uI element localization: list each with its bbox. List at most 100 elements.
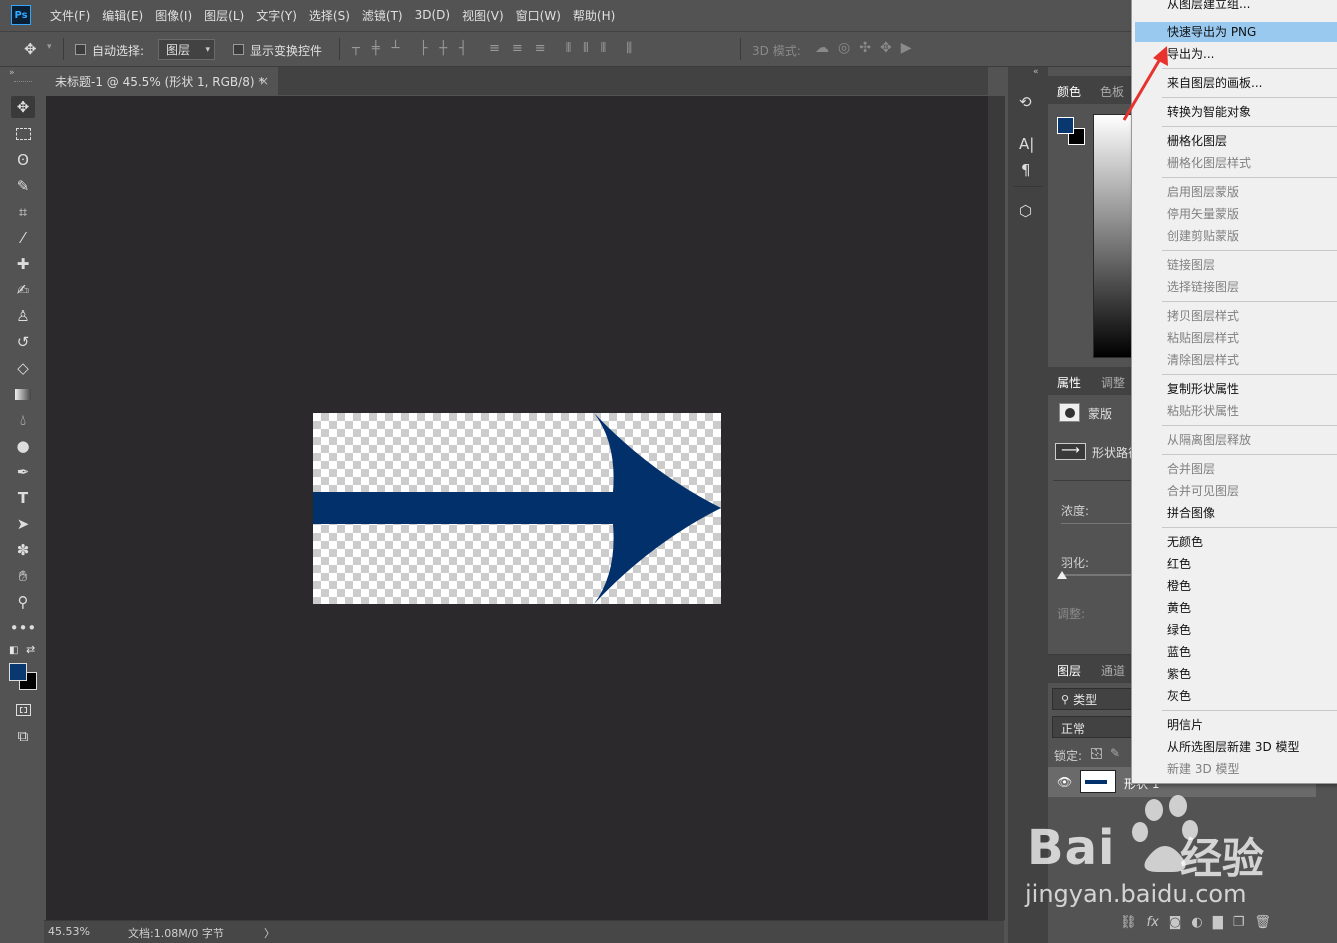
menu-item-flatten-image[interactable]: 拼合图像 bbox=[1167, 506, 1215, 520]
healing-brush-icon[interactable]: ✚ bbox=[11, 253, 35, 275]
tab-layers[interactable]: 图层 bbox=[1057, 662, 1081, 679]
menu-filter[interactable]: 滤镜(T) bbox=[362, 7, 403, 24]
character-panel-icon[interactable]: A| bbox=[1019, 135, 1034, 153]
paragraph-panel-icon[interactable]: ¶ bbox=[1021, 161, 1031, 179]
distribute-top-icon[interactable]: ≡ bbox=[489, 41, 500, 56]
menu-item-convert-smart-object[interactable]: 转换为智能对象 bbox=[1167, 105, 1251, 119]
delete-layer-icon[interactable]: 🗑︎ bbox=[1254, 915, 1271, 930]
menu-file[interactable]: 文件(F) bbox=[50, 7, 90, 24]
align-bottom-icon[interactable]: ┴ bbox=[392, 41, 400, 56]
menu-select[interactable]: 选择(S) bbox=[309, 7, 350, 24]
menu-3d[interactable]: 3D(D) bbox=[415, 8, 450, 22]
menu-item-postcard[interactable]: 明信片 bbox=[1167, 718, 1203, 732]
swap-colors-icon[interactable]: ⇄ bbox=[26, 643, 35, 656]
chevron-down-icon[interactable]: ▾ bbox=[47, 42, 52, 52]
layer-filter-dropdown[interactable]: ⚲ 类型 bbox=[1052, 688, 1134, 710]
menu-item-quick-export-png[interactable]: 快速导出为 PNG bbox=[1167, 25, 1256, 39]
dodge-tool-icon[interactable]: ● bbox=[11, 435, 35, 457]
menu-item-rasterize-layer[interactable]: 栅格化图层 bbox=[1167, 134, 1227, 148]
menu-image[interactable]: 图像(I) bbox=[155, 7, 192, 24]
menu-type[interactable]: 文字(Y) bbox=[256, 7, 297, 24]
history-brush-icon[interactable]: ↺ bbox=[11, 331, 35, 353]
scale-3d-icon[interactable]: ▶ bbox=[901, 40, 912, 56]
align-hcenter-icon[interactable]: ┼ bbox=[439, 41, 447, 56]
orbit-3d-icon[interactable]: ☁ bbox=[815, 40, 829, 56]
menu-edit[interactable]: 编辑(E) bbox=[102, 7, 143, 24]
menu-item-new-3d-from-selected[interactable]: 从所选图层新建 3D 模型 bbox=[1167, 740, 1300, 754]
align-right-icon[interactable]: ┤ bbox=[459, 41, 467, 56]
zoom-tool-icon[interactable]: ⚲ bbox=[11, 591, 35, 613]
collapse-toolbar-icon[interactable]: » bbox=[9, 68, 15, 78]
blend-mode-dropdown[interactable]: 正常 bbox=[1052, 716, 1134, 738]
auto-select-dropdown[interactable]: 图层 ▾ bbox=[158, 39, 215, 60]
menu-item-yellow[interactable]: 黄色 bbox=[1167, 601, 1191, 615]
lasso-tool-icon[interactable]: ʘ bbox=[11, 149, 35, 171]
tab-channels[interactable]: 通道 bbox=[1101, 662, 1125, 679]
panel-foreground-swatch[interactable] bbox=[1057, 117, 1074, 134]
stamp-tool-icon[interactable]: ♙ bbox=[11, 305, 35, 327]
screen-mode-icon[interactable]: ⧉ bbox=[11, 725, 35, 747]
lock-transparency-icon[interactable] bbox=[1091, 748, 1102, 759]
menu-item-green[interactable]: 绿色 bbox=[1167, 623, 1191, 637]
distribute-vcenter-icon[interactable]: ≡ bbox=[512, 41, 523, 56]
menu-item-no-color[interactable]: 无颜色 bbox=[1167, 535, 1203, 549]
feather-slider-handle[interactable] bbox=[1057, 571, 1067, 579]
canvas-area[interactable] bbox=[46, 96, 988, 920]
menu-window[interactable]: 窗口(W) bbox=[516, 7, 561, 24]
fx-button[interactable]: fx bbox=[1147, 915, 1159, 930]
auto-select-checkbox[interactable] bbox=[75, 44, 86, 55]
distribute-bottom-icon[interactable]: ≡ bbox=[535, 41, 546, 56]
app-logo[interactable]: Ps bbox=[11, 5, 31, 25]
menu-item-artboard-from-layers[interactable]: 来自图层的画板... bbox=[1167, 76, 1262, 90]
adjustment-layer-icon[interactable]: ◐ bbox=[1191, 915, 1202, 930]
align-left-icon[interactable]: ├ bbox=[419, 41, 427, 56]
shape-tool-icon[interactable]: ✽ bbox=[11, 539, 35, 561]
lock-pixels-icon[interactable]: ✎ bbox=[1110, 746, 1120, 760]
type-tool-icon[interactable]: T bbox=[11, 487, 35, 509]
align-top-icon[interactable]: ┬ bbox=[352, 41, 360, 56]
distribute-left-icon[interactable]: ⫴ bbox=[566, 41, 571, 56]
move-tool-icon[interactable]: ✥ bbox=[24, 40, 37, 58]
link-layers-icon[interactable]: ⛓ bbox=[1120, 915, 1137, 930]
mask-icon[interactable] bbox=[1059, 403, 1080, 422]
new-group-icon[interactable]: ▇ bbox=[1213, 915, 1223, 930]
document-tab[interactable]: 未标题-1 @ 45.5% (形状 1, RGB/8) * × bbox=[46, 67, 278, 95]
document-canvas[interactable] bbox=[313, 413, 721, 604]
quick-select-tool-icon[interactable]: ✎ bbox=[11, 175, 35, 197]
eyedropper-tool-icon[interactable]: ⁄ bbox=[11, 227, 35, 249]
distribute-right-icon[interactable]: ⫴ bbox=[601, 41, 606, 56]
eraser-tool-icon[interactable]: ◇ bbox=[11, 357, 35, 379]
more-tools-icon[interactable]: ••• bbox=[10, 617, 37, 639]
density-slider[interactable] bbox=[1061, 523, 1134, 524]
status-menu-arrow[interactable]: 〉 bbox=[264, 925, 275, 941]
color-spectrum[interactable] bbox=[1093, 114, 1134, 358]
close-tab-icon[interactable]: × bbox=[259, 74, 269, 88]
menu-item-red[interactable]: 红色 bbox=[1167, 557, 1191, 571]
path-select-tool-icon[interactable]: ➤ bbox=[11, 513, 35, 535]
tab-adjustments[interactable]: 调整 bbox=[1101, 374, 1125, 391]
visibility-eye-icon[interactable]: 👁︎ bbox=[1057, 775, 1072, 789]
pan-3d-icon[interactable]: ✣ bbox=[859, 40, 871, 56]
menu-view[interactable]: 视图(V) bbox=[462, 7, 504, 24]
distribute-hcenter-icon[interactable]: ⫴ bbox=[583, 41, 588, 56]
history-panel-icon[interactable]: ⟲ bbox=[1019, 93, 1032, 111]
menu-layer[interactable]: 图层(L) bbox=[204, 7, 244, 24]
menu-item-orange[interactable]: 橙色 bbox=[1167, 579, 1191, 593]
align-vcenter-icon[interactable]: ╪ bbox=[372, 41, 380, 56]
auto-align-icon[interactable]: ⫼ bbox=[626, 41, 632, 56]
menu-item-copy-shape-attrs[interactable]: 复制形状属性 bbox=[1167, 382, 1239, 396]
menu-help[interactable]: 帮助(H) bbox=[573, 7, 615, 24]
collapse-panels-icon[interactable]: « bbox=[1033, 67, 1039, 77]
tab-properties[interactable]: 属性 bbox=[1057, 374, 1081, 391]
slide-3d-icon[interactable]: ✥ bbox=[880, 40, 892, 56]
default-colors-icon[interactable]: ◧ bbox=[9, 645, 18, 656]
zoom-level[interactable]: 45.53% bbox=[48, 925, 90, 938]
crop-tool-icon[interactable]: ⌗ bbox=[11, 201, 35, 223]
shape-path-icon[interactable]: ⟶ bbox=[1055, 443, 1086, 460]
menu-item-gray[interactable]: 灰色 bbox=[1167, 689, 1191, 703]
move-tool-icon[interactable]: ✥ bbox=[11, 96, 35, 118]
brush-tool-icon[interactable]: ✍ bbox=[11, 279, 35, 301]
marquee-tool-icon[interactable] bbox=[11, 123, 35, 145]
show-transform-checkbox[interactable] bbox=[233, 44, 244, 55]
vertical-scrollbar[interactable] bbox=[988, 96, 1005, 920]
